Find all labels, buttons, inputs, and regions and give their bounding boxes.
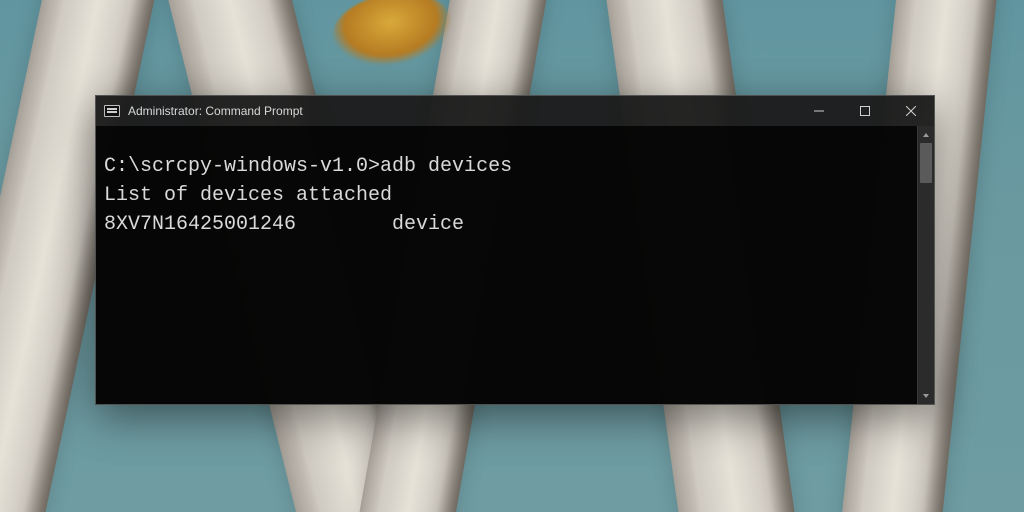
output-header: List of devices attached bbox=[104, 184, 392, 207]
minimize-icon bbox=[814, 106, 824, 116]
scroll-up-button[interactable] bbox=[918, 126, 934, 143]
command-text: adb devices bbox=[380, 155, 512, 178]
titlebar[interactable]: Administrator: Command Prompt bbox=[96, 96, 934, 126]
close-icon bbox=[906, 106, 916, 116]
minimize-button[interactable] bbox=[796, 96, 842, 126]
prompt-path: C:\scrcpy-windows-v1.0> bbox=[104, 155, 380, 178]
scroll-down-button[interactable] bbox=[918, 387, 934, 404]
command-prompt-icon bbox=[104, 105, 120, 117]
maximize-button[interactable] bbox=[842, 96, 888, 126]
window-title: Administrator: Command Prompt bbox=[128, 104, 303, 118]
scrollbar-thumb[interactable] bbox=[920, 143, 932, 183]
device-state: device bbox=[392, 213, 464, 236]
scrollbar-track[interactable] bbox=[918, 143, 934, 387]
chevron-up-icon bbox=[922, 131, 930, 139]
device-serial: 8XV7N16425001246 bbox=[104, 213, 296, 236]
chevron-down-icon bbox=[922, 392, 930, 400]
close-button[interactable] bbox=[888, 96, 934, 126]
vertical-scrollbar[interactable] bbox=[917, 126, 934, 404]
window-client-area: C:\scrcpy-windows-v1.0>adb devices List … bbox=[96, 126, 934, 404]
terminal-output[interactable]: C:\scrcpy-windows-v1.0>adb devices List … bbox=[96, 126, 917, 404]
command-prompt-window[interactable]: Administrator: Command Prompt C:\scrcpy-… bbox=[95, 95, 935, 405]
maximize-icon bbox=[860, 106, 870, 116]
